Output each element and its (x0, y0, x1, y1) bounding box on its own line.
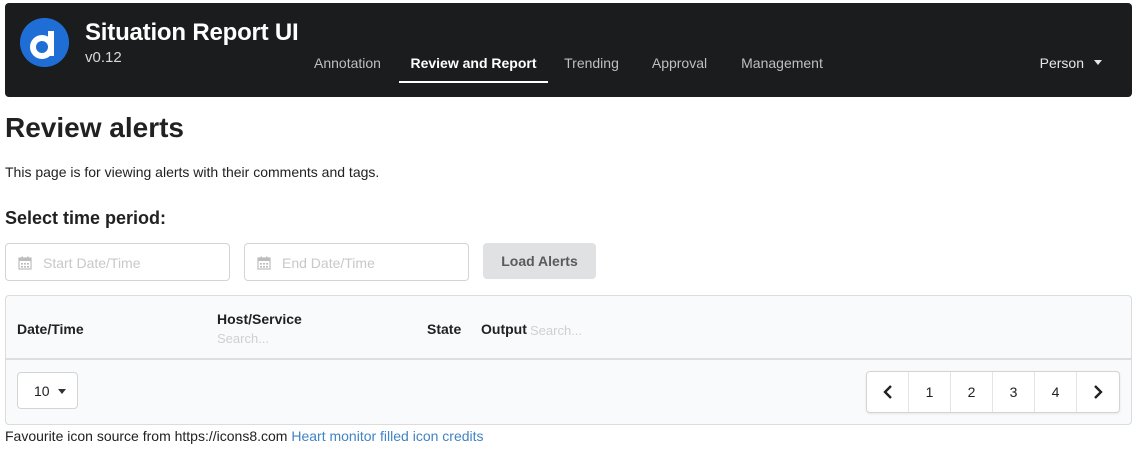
user-menu-label: Person (1039, 55, 1084, 71)
app-version: v0.12 (85, 49, 122, 66)
chevron-right-icon (1094, 385, 1103, 399)
time-period-heading: Select time period: (5, 208, 167, 228)
d-logo-icon (20, 18, 69, 67)
calendar-icon (18, 256, 32, 270)
page-title: Review alerts (5, 112, 184, 143)
end-date-input[interactable] (282, 253, 462, 273)
load-alerts-button[interactable]: Load Alerts (483, 243, 596, 279)
top-navbar: Situation Report UI v0.12 Annotation Rev… (5, 3, 1132, 97)
nav-annotation[interactable]: Annotation (305, 47, 390, 83)
user-menu[interactable]: Person (1040, 55, 1102, 71)
caret-down-icon (1094, 59, 1102, 65)
column-header-datetime[interactable]: Date/Time (17, 321, 84, 337)
page-3-button[interactable]: 3 (993, 372, 1035, 412)
alerts-table: Date/Time Host/Service State Output 10 1… (5, 295, 1132, 425)
column-header-output[interactable]: Output (481, 321, 527, 337)
table-header: Date/Time Host/Service State Output (6, 296, 1131, 360)
nav-approval[interactable]: Approval (644, 47, 715, 83)
calendar-icon (257, 256, 271, 270)
page-4-button[interactable]: 4 (1035, 372, 1077, 412)
output-search-input[interactable] (530, 321, 680, 339)
chevron-left-icon (882, 385, 892, 399)
nav-review-and-report[interactable]: Review and Report (399, 47, 548, 83)
end-date-field[interactable] (244, 243, 469, 281)
nav-management[interactable]: Management (734, 47, 830, 83)
column-header-host-service[interactable]: Host/Service (217, 311, 302, 327)
app-title: Situation Report UI (85, 19, 299, 46)
footer: Favourite icon source from https://icons… (5, 428, 484, 444)
start-date-input[interactable] (43, 253, 223, 273)
caret-down-icon (58, 389, 66, 394)
footer-credit-text: Favourite icon source from https://icons… (5, 428, 288, 444)
next-page-button[interactable] (1077, 372, 1119, 412)
page-size-value: 10 (34, 383, 50, 399)
page-size-select[interactable]: 10 (17, 372, 78, 409)
icon-credits-link[interactable]: Heart monitor filled icon credits (291, 428, 483, 444)
pagination: 1 2 3 4 (866, 371, 1120, 413)
nav-trending[interactable]: Trending (558, 47, 625, 83)
prev-page-button[interactable] (867, 372, 909, 412)
page-description: This page is for viewing alerts with the… (5, 164, 380, 180)
host-service-search-input[interactable] (217, 329, 367, 347)
column-header-state[interactable]: State (427, 321, 461, 337)
page-1-button[interactable]: 1 (909, 372, 951, 412)
start-date-field[interactable] (5, 243, 230, 281)
page-2-button[interactable]: 2 (951, 372, 993, 412)
